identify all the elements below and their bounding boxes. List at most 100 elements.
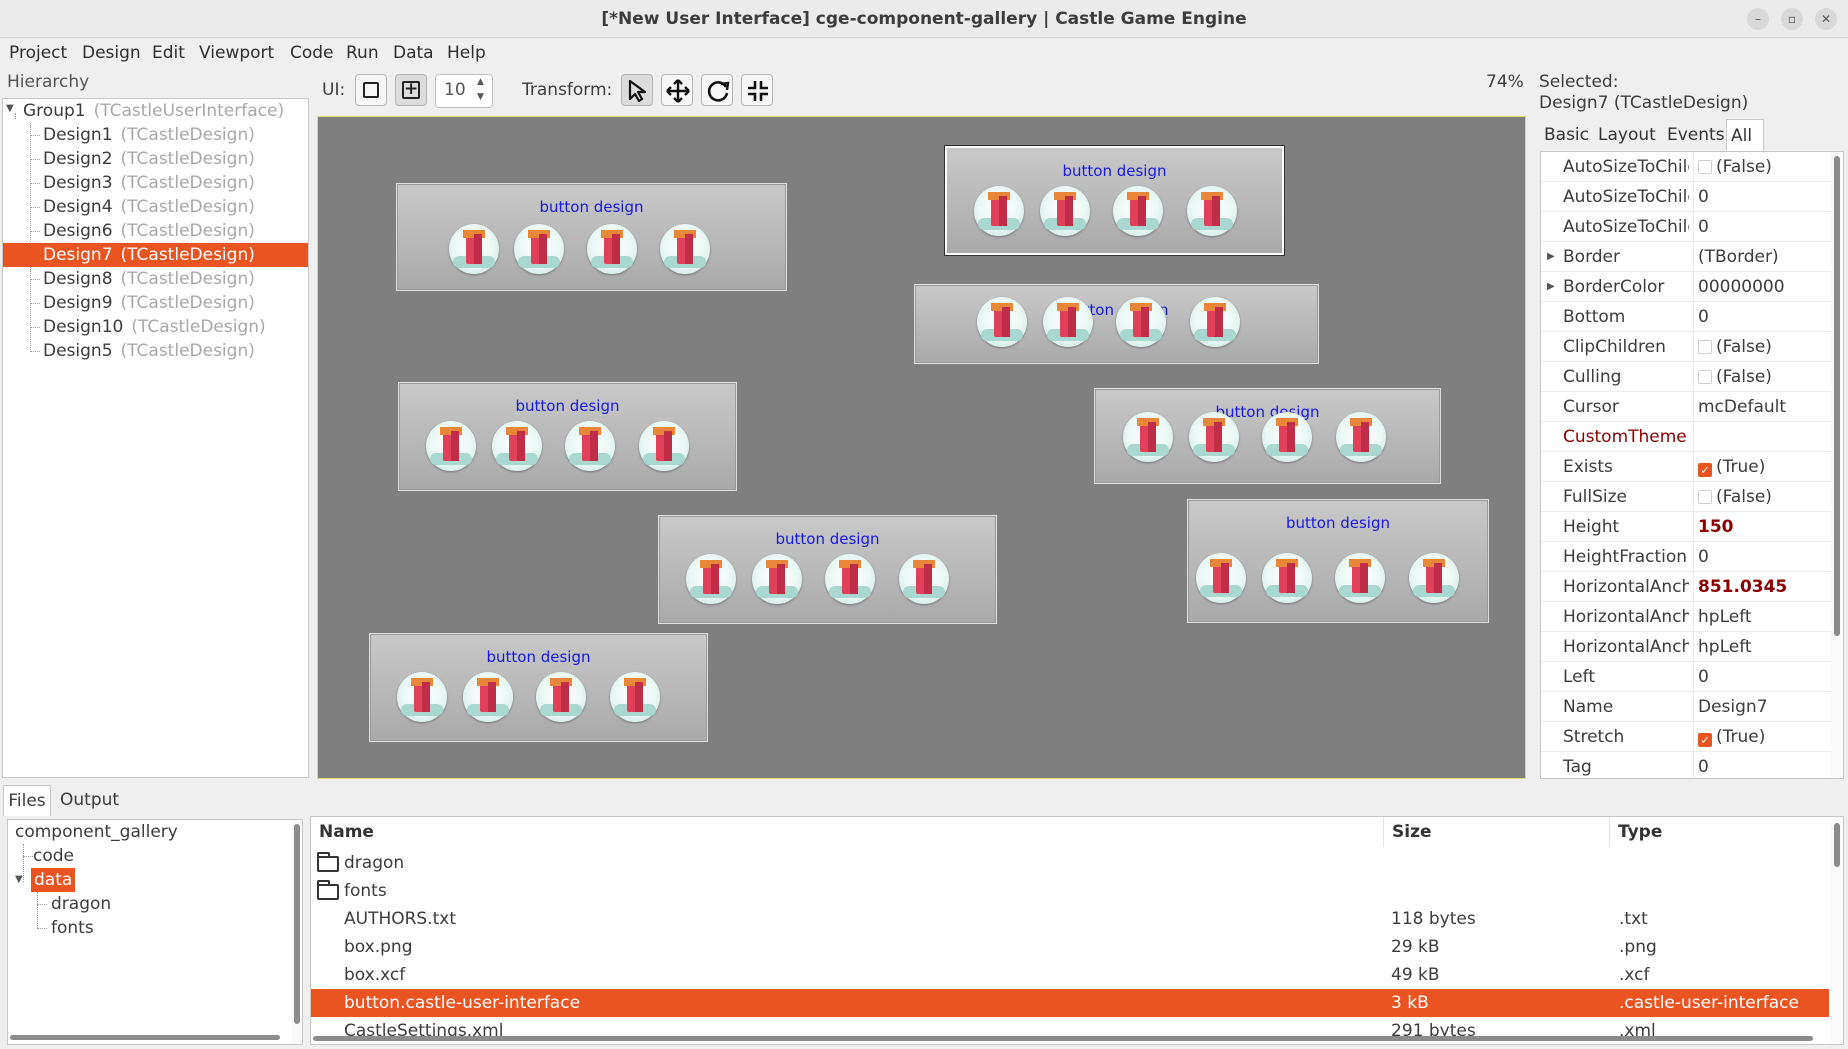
property-value[interactable]: mcDefault: [1693, 392, 1829, 422]
property-row[interactable]: ClipChildren (False): [1541, 332, 1831, 362]
button-design-8[interactable]: button design: [369, 633, 708, 742]
tree-item-data[interactable]: data: [31, 868, 76, 892]
tree-item-design3[interactable]: Design3 (TCastleDesign): [3, 171, 308, 195]
property-row[interactable]: AutoSizeToChildren (False): [1541, 152, 1831, 182]
spin-up-icon[interactable]: ▲: [477, 77, 484, 87]
property-row[interactable]: HorizontalAnchorSelf hpLeft: [1541, 632, 1831, 662]
property-row[interactable]: Stretch ✓ (True): [1541, 722, 1831, 752]
property-row[interactable]: AutoSizeToChildrenPaddingRight 0: [1541, 212, 1831, 242]
files-list[interactable]: Name Size Type dragon fonts AUTHORS.txt 118…: [310, 816, 1844, 1045]
button-design-4[interactable]: button design: [398, 382, 737, 491]
property-value[interactable]: (TBorder): [1693, 242, 1829, 272]
tree-item-design6[interactable]: Design6 (TCastleDesign): [3, 219, 308, 243]
property-row[interactable]: AutoSizeToChildrenPaddingBottom 0: [1541, 182, 1831, 212]
property-row[interactable]: HorizontalAnchorDelta 851.0345: [1541, 572, 1831, 602]
file-row[interactable]: box.png 29 kB .png: [311, 933, 1829, 961]
property-row[interactable]: Culling (False): [1541, 362, 1831, 392]
property-row[interactable]: Height 150: [1541, 512, 1831, 542]
button-design-6[interactable]: button design: [658, 515, 997, 624]
tree-item-dragon[interactable]: dragon: [51, 892, 111, 916]
files-list-hscrollbar[interactable]: [311, 1035, 1829, 1043]
property-value[interactable]: ✓ (True): [1693, 722, 1829, 752]
tree-item-design1[interactable]: Design1 (TCastleDesign): [3, 123, 308, 147]
file-row[interactable]: fonts: [311, 877, 1829, 905]
snap-value[interactable]: 10: [444, 80, 466, 100]
tree-item-design4[interactable]: Design4 (TCastleDesign): [3, 195, 308, 219]
property-row[interactable]: ▶ Border (TBorder): [1541, 242, 1831, 272]
property-row[interactable]: HeightFraction 0: [1541, 542, 1831, 572]
file-row[interactable]: box.xcf 49 kB .xcf: [311, 961, 1829, 989]
files-tree-hscrollbar[interactable]: [10, 1034, 290, 1042]
scrollbar-thumb[interactable]: [1834, 156, 1840, 636]
menu-viewport[interactable]: Viewport: [199, 40, 274, 66]
tree-item-code[interactable]: code: [33, 844, 74, 868]
property-value[interactable]: 851.0345: [1693, 572, 1829, 602]
files-list-scrollbar[interactable]: [1831, 817, 1843, 1043]
files-tree[interactable]: component_gallery code ▼ data dragon fon…: [7, 819, 303, 1045]
menu-run[interactable]: Run: [346, 40, 379, 66]
tab-all[interactable]: All: [1726, 119, 1764, 151]
property-value[interactable]: (False): [1693, 482, 1829, 512]
collapse-arrow-icon[interactable]: ▼: [6, 103, 14, 114]
expand-arrow-icon[interactable]: ▶: [1547, 272, 1555, 302]
property-value[interactable]: Design7: [1693, 692, 1829, 722]
minimize-button[interactable]: –: [1747, 8, 1769, 30]
menu-design[interactable]: Design: [82, 40, 141, 66]
property-value[interactable]: ✓ (True): [1693, 452, 1829, 482]
restore-button[interactable]: ▫: [1781, 8, 1803, 30]
property-checkbox[interactable]: ✓: [1698, 463, 1712, 477]
button-design-1[interactable]: button design: [396, 183, 787, 291]
spin-down-icon[interactable]: ▼: [477, 92, 484, 102]
tree-root-component-gallery[interactable]: component_gallery: [15, 820, 178, 844]
column-size[interactable]: Size: [1384, 817, 1610, 847]
property-row[interactable]: Exists ✓ (True): [1541, 452, 1831, 482]
property-value[interactable]: (False): [1693, 152, 1829, 182]
scrollbar-thumb[interactable]: [313, 1036, 1813, 1041]
property-checkbox[interactable]: [1698, 370, 1712, 384]
scale-tool-button[interactable]: [741, 74, 773, 106]
rotate-tool-button[interactable]: [701, 74, 733, 106]
property-value[interactable]: (False): [1693, 332, 1829, 362]
tree-item-design2[interactable]: Design2 (TCastleDesign): [3, 147, 308, 171]
property-checkbox[interactable]: [1698, 160, 1712, 174]
scrollbar-thumb[interactable]: [294, 824, 300, 1024]
property-row[interactable]: ▶ BorderColor 00000000: [1541, 272, 1831, 302]
hierarchy-tree[interactable]: ▼ Group1 (TCastleUserInterface) Design1 (T…: [2, 98, 309, 778]
property-row[interactable]: Cursor mcDefault: [1541, 392, 1831, 422]
close-button[interactable]: ✕: [1815, 8, 1837, 30]
property-checkbox[interactable]: [1698, 490, 1712, 504]
file-row[interactable]: AUTHORS.txt 118 bytes .txt: [311, 905, 1829, 933]
property-value[interactable]: 0: [1693, 752, 1829, 778]
tree-item-design5[interactable]: Design5 (TCastleDesign): [3, 339, 308, 363]
tree-item-design9[interactable]: Design9 (TCastleDesign): [3, 291, 308, 315]
tab-basic[interactable]: Basic: [1540, 119, 1593, 151]
button-design-7[interactable]: button design: [1187, 499, 1489, 623]
property-checkbox[interactable]: [1698, 340, 1712, 354]
property-value[interactable]: 150: [1693, 512, 1829, 542]
property-grid[interactable]: AutoSizeToChildren(False)AutoSizeToChild…: [1540, 151, 1844, 779]
property-value[interactable]: [1693, 422, 1829, 452]
snap-spinbox[interactable]: 10 ▲ ▼: [435, 74, 493, 108]
property-row[interactable]: HorizontalAnchorParent hpLeft: [1541, 602, 1831, 632]
tab-output[interactable]: Output: [60, 785, 119, 816]
button-design-5[interactable]: button design: [1094, 388, 1441, 484]
select-tool-button[interactable]: [621, 74, 653, 106]
file-row[interactable]: button.castle-user-interface 3 kB .castle-…: [311, 989, 1829, 1017]
property-value[interactable]: 00000000: [1693, 272, 1829, 302]
property-value[interactable]: 0: [1693, 212, 1829, 242]
property-value[interactable]: 0: [1693, 662, 1829, 692]
property-value[interactable]: hpLeft: [1693, 632, 1829, 662]
column-name[interactable]: Name: [311, 817, 1384, 847]
tree-item-group1[interactable]: Group1 (TCastleUserInterface): [23, 99, 328, 123]
property-value[interactable]: (False): [1693, 362, 1829, 392]
ui-add-tool-button[interactable]: +: [395, 74, 427, 106]
menu-project[interactable]: Project: [9, 40, 67, 66]
property-checkbox[interactable]: ✓: [1698, 733, 1712, 747]
property-row[interactable]: Left 0: [1541, 662, 1831, 692]
property-row[interactable]: Tag 0: [1541, 752, 1831, 778]
property-value[interactable]: 0: [1693, 182, 1829, 212]
property-row[interactable]: Bottom 0: [1541, 302, 1831, 332]
tree-item-fonts[interactable]: fonts: [51, 916, 94, 940]
property-value[interactable]: 0: [1693, 542, 1829, 572]
tree-item-design8[interactable]: Design8 (TCastleDesign): [3, 267, 308, 291]
